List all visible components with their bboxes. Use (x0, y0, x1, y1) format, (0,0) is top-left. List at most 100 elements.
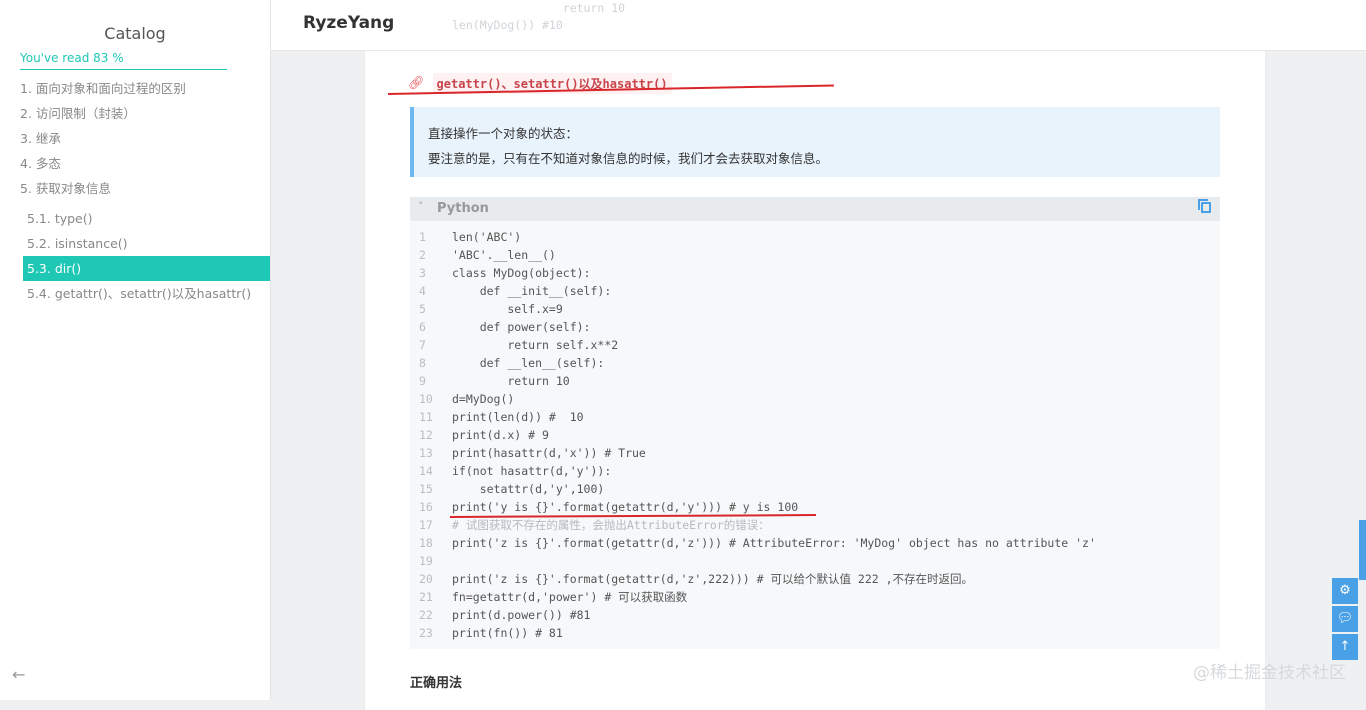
code-text: def __init__(self): (452, 284, 612, 298)
table-of-contents: 1. 面向对象和面向过程的区别 2. 访问限制（封装） 3. 继承 4. 多态 … (0, 76, 270, 306)
line-number: 9 (419, 374, 426, 388)
code-text: if(not hasattr(d,'y')): (452, 464, 612, 478)
code-text: print(d.x) # 9 (452, 428, 549, 442)
toc-item[interactable]: 1. 面向对象和面向过程的区别 (0, 76, 270, 101)
line-number: 1 (419, 230, 426, 244)
code-text: d=MyDog() (452, 392, 515, 406)
catalog-title: Catalog (104, 24, 166, 43)
code-line: 15 setattr(d,'y',100) (410, 480, 1220, 498)
toc-item[interactable]: 4. 多态 (0, 151, 270, 176)
line-number: 8 (419, 356, 426, 370)
code-text: print(fn()) # 81 (452, 626, 563, 640)
toc-item[interactable]: 5. 获取对象信息 (0, 176, 270, 201)
line-number: 15 (419, 482, 433, 496)
code-line: 17 # 试图获取不存在的属性，会抛出AttributeError的错误： (410, 516, 1220, 534)
line-number: 13 (419, 446, 433, 460)
toc-item[interactable]: 3. 继承 (0, 126, 270, 151)
toc-item[interactable]: 5.1. type() (0, 206, 270, 231)
code-line: 20 print('z is {}'.format(getattr(d,'z',2… (410, 570, 1220, 588)
gear-icon[interactable]: ⚙ (1332, 578, 1358, 604)
code-line: 7 return self.x**2 (410, 336, 1220, 354)
site-brand[interactable]: RyzeYang (303, 13, 394, 33)
code-line: 19 (410, 552, 1220, 570)
line-number: 23 (419, 626, 433, 640)
top-header: RyzeYang (271, 0, 1366, 51)
subsection-heading: 正确用法 (410, 676, 463, 691)
code-block: 1 len('ABC') 2 'ABC'.__len__() 3 class MyDog(… (410, 221, 1220, 649)
code-line: 6 def power(self): (410, 318, 1220, 336)
code-line: 3 class MyDog(object): (410, 264, 1220, 282)
line-number: 6 (419, 320, 426, 334)
code-text: return 10 (452, 374, 570, 388)
code-line: 1 len('ABC') (410, 228, 1220, 246)
line-number: 19 (419, 554, 433, 568)
code-text: print(d.power()) #81 (452, 608, 591, 622)
copy-icon[interactable] (1198, 199, 1211, 213)
note-line: 要注意的是，只有在不知道对象信息的时候，我们才会去获取对象信息。 (428, 151, 829, 166)
code-text: # 试图获取不存在的属性，会抛出AttributeError的错误： (452, 518, 770, 532)
code-line: 4 def __init__(self): (410, 282, 1220, 300)
line-number: 5 (419, 302, 426, 316)
line-number: 10 (419, 392, 433, 406)
code-line: 5 self.x=9 (410, 300, 1220, 318)
code-text: len('ABC') (452, 230, 522, 244)
code-text: self.x=9 (452, 302, 563, 316)
line-number: 2 (419, 248, 426, 262)
code-text: def __len__(self): (452, 356, 605, 370)
code-text: 'ABC'.__len__() (452, 248, 556, 262)
code-text: print('z is {}'.format(getattr(d,'z',222… (452, 572, 974, 586)
toc-item[interactable]: 5.2. isinstance() (0, 231, 270, 256)
code-text: print(len(d)) # 10 (452, 410, 584, 424)
scrollbar-thumb[interactable] (1359, 520, 1366, 580)
line-number: 21 (419, 590, 433, 604)
code-line: 11 print(len(d)) # 10 (410, 408, 1220, 426)
code-text: return self.x**2 (452, 338, 619, 352)
code-block-header: ˅ Python (410, 197, 1220, 221)
code-text: setattr(d,'y',100) (452, 482, 605, 496)
link-icon[interactable]: 🔗︎ (408, 76, 425, 91)
line-number: 20 (419, 572, 433, 586)
arrow-up-icon[interactable]: ↑ (1332, 634, 1358, 660)
line-number: 18 (419, 536, 433, 550)
code-text: def power(self): (452, 320, 591, 334)
code-line: 18 print('z is {}'.format(getattr(d,'z'))… (410, 534, 1220, 552)
arrow-left-icon[interactable]: ← (12, 665, 25, 684)
code-line: 10 d=MyDog() (410, 390, 1220, 408)
code-line: 22 print(d.power()) #81 (410, 606, 1220, 624)
ghost-code-line: len(MyDog()) #10 (452, 18, 563, 32)
code-line: 2 'ABC'.__len__() (410, 246, 1220, 264)
reading-progress: You've read 83 % (20, 51, 227, 70)
note-blockquote: 直接操作一个对象的状态： 要注意的是，只有在不知道对象信息的时候，我们才会去获取… (410, 107, 1220, 177)
code-text: fn=getattr(d,'power') # 可以获取函数 (452, 590, 688, 604)
line-number: 12 (419, 428, 433, 442)
code-line: 21 fn=getattr(d,'power') # 可以获取函数 (410, 588, 1220, 606)
code-line: 13 print(hasattr(d,'x')) # True (410, 444, 1220, 462)
toc-item[interactable]: 2. 访问限制（封装） (0, 101, 270, 126)
note-line: 直接操作一个对象的状态： (428, 126, 579, 141)
line-number: 11 (419, 410, 433, 424)
toc-item-active[interactable]: 5.3. dir() (23, 256, 270, 281)
code-text: print('y is {}'.format(getattr(d,'y'))) … (452, 500, 799, 514)
line-number: 3 (419, 266, 426, 280)
code-line: 14 if(not hasattr(d,'y')): (410, 462, 1220, 480)
line-number: 17 (419, 518, 433, 532)
line-number: 16 (419, 500, 433, 514)
chevron-down-icon[interactable]: ˅ (418, 200, 424, 213)
code-line: 23 print(fn()) # 81 (410, 624, 1220, 642)
code-line: 8 def __len__(self): (410, 354, 1220, 372)
code-text: print(hasattr(d,'x')) # True (452, 446, 646, 460)
toc-item[interactable]: 5.4. getattr()、setattr()以及hasattr() (0, 281, 270, 306)
code-language: Python (437, 201, 489, 216)
code-line: 12 print(d.x) # 9 (410, 426, 1220, 444)
ghost-code-line: return 10 (452, 1, 626, 15)
code-line: 9 return 10 (410, 372, 1220, 390)
catalog-sidebar: Catalog You've read 83 % 1. 面向对象和面向过程的区别… (0, 0, 271, 700)
ghost-code-behind-header: return 10 len(MyDog()) #10 (452, 0, 625, 34)
code-text: class MyDog(object): (452, 266, 591, 280)
watermark: @稀土掘金技术社区 (1193, 663, 1346, 683)
code-lines: 1 len('ABC') 2 'ABC'.__len__() 3 class MyDog(… (410, 228, 1220, 642)
line-number: 22 (419, 608, 433, 622)
code-text: print('z is {}'.format(getattr(d,'z'))) … (452, 536, 1096, 550)
line-number: 7 (419, 338, 426, 352)
chat-icon[interactable]: 💬︎ (1332, 606, 1358, 632)
